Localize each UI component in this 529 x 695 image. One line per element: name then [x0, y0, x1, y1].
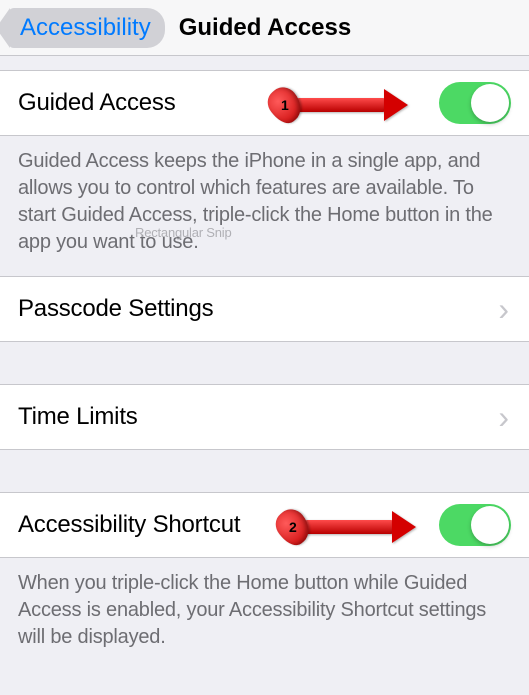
annotation-2: 2	[278, 509, 416, 545]
annotation-arrow-body	[304, 520, 394, 534]
guided-access-toggle[interactable]	[439, 82, 511, 124]
annotation-arrow-body	[296, 98, 386, 112]
toggle-knob	[471, 506, 509, 544]
guided-access-row: Guided Access 1	[0, 70, 529, 136]
annotation-1: 1	[270, 87, 408, 123]
annotation-arrow-head	[384, 89, 408, 121]
time-limits-row[interactable]: Time Limits ›	[0, 384, 529, 450]
annotation-badge-1: 1	[262, 82, 308, 129]
rectangular-snip-artifact: Rectangular Snip	[135, 224, 232, 242]
back-button-label: Accessibility	[20, 14, 151, 42]
accessibility-shortcut-row: Accessibility Shortcut 2	[0, 492, 529, 558]
annotation-badge-2: 2	[270, 504, 316, 551]
accessibility-shortcut-toggle[interactable]	[439, 504, 511, 546]
passcode-settings-row[interactable]: Passcode Settings ›	[0, 276, 529, 342]
chevron-right-icon: ›	[498, 293, 509, 325]
chevron-right-icon: ›	[498, 401, 509, 433]
annotation-arrow-head	[392, 511, 416, 543]
time-limits-label: Time Limits	[18, 403, 138, 431]
guided-access-footer: Guided Access keeps the iPhone in a sing…	[0, 136, 529, 276]
passcode-settings-label: Passcode Settings	[18, 295, 213, 323]
back-button[interactable]: Accessibility	[8, 8, 165, 48]
navigation-bar: Accessibility Guided Access	[0, 0, 529, 56]
toggle-knob	[471, 84, 509, 122]
guided-access-label: Guided Access	[18, 89, 176, 117]
accessibility-shortcut-label: Accessibility Shortcut	[18, 511, 240, 539]
page-title: Guided Access	[179, 14, 352, 42]
accessibility-shortcut-footer: When you triple-click the Home button wh…	[0, 558, 529, 671]
